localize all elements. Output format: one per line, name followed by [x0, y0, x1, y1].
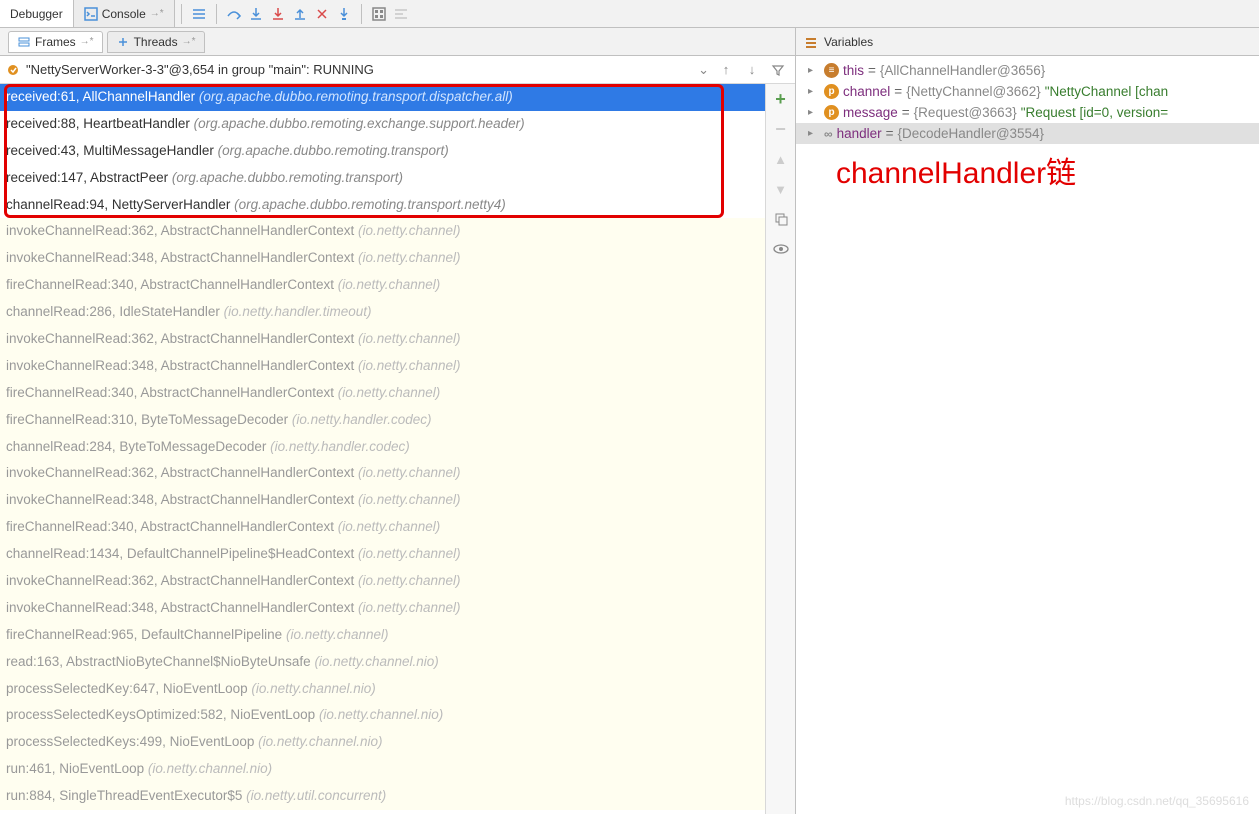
step-out-icon[interactable] [289, 3, 311, 25]
pin-icon: →* [150, 8, 164, 19]
stack-frame[interactable]: channelRead:1434, DefaultChannelPipeline… [0, 541, 765, 568]
frames-icon [17, 35, 31, 49]
stack-frame[interactable]: fireChannelRead:340, AbstractChannelHand… [0, 380, 765, 407]
thread-name: "NettyServerWorker-3-3"@3,654 in group "… [26, 62, 374, 77]
param-badge-icon: p [824, 105, 839, 120]
variables-panel: Variables ▸≡ this = {AllChannelHandler@3… [796, 28, 1259, 814]
trace-icon[interactable] [390, 3, 412, 25]
stack-frame[interactable]: processSelectedKeys:499, NioEventLoop (i… [0, 729, 765, 756]
watermark: https://blog.csdn.net/qq_35695616 [1065, 794, 1249, 808]
variables-header: Variables [796, 28, 1259, 56]
this-badge-icon: ≡ [824, 63, 839, 78]
stack-frame[interactable]: fireChannelRead:340, AbstractChannelHand… [0, 514, 765, 541]
thread-dropdown[interactable]: "NettyServerWorker-3-3"@3,654 in group "… [6, 62, 709, 78]
tab-label: Frames [35, 35, 76, 49]
stack-frame[interactable]: processSelectedKey:647, NioEventLoop (io… [0, 676, 765, 703]
stack-frame[interactable]: invokeChannelRead:362, AbstractChannelHa… [0, 326, 765, 353]
tab-label: Console [102, 7, 146, 21]
stack-frame[interactable]: fireChannelRead:310, ByteToMessageDecode… [0, 407, 765, 434]
frames-panel: Frames →* Threads →* "NettyServerWorker-… [0, 28, 796, 814]
chevron-down-icon: ⌄ [698, 62, 709, 78]
param-badge-icon: p [824, 84, 839, 99]
thread-icon [6, 63, 20, 77]
move-down-icon[interactable]: ▼ [770, 178, 792, 200]
stack-frame[interactable]: received:61, AllChannelHandler (org.apac… [0, 84, 765, 111]
show-execution-point-icon[interactable] [188, 3, 210, 25]
evaluate-expression-icon[interactable] [368, 3, 390, 25]
stack-frame[interactable]: run:461, NioEventLoop (io.netty.channel.… [0, 756, 765, 783]
tab-console[interactable]: Console →* [74, 0, 175, 27]
drop-frame-icon[interactable] [311, 3, 333, 25]
move-up-icon[interactable]: ▲ [770, 148, 792, 170]
stack-frame[interactable]: fireChannelRead:340, AbstractChannelHand… [0, 272, 765, 299]
tab-frames[interactable]: Frames →* [8, 31, 103, 53]
stack-frame[interactable]: invokeChannelRead:362, AbstractChannelHa… [0, 218, 765, 245]
stack-frame[interactable]: invokeChannelRead:348, AbstractChannelHa… [0, 595, 765, 622]
show-watches-icon[interactable] [770, 238, 792, 260]
variables-list[interactable]: ▸≡ this = {AllChannelHandler@3656}▸p cha… [796, 56, 1259, 148]
stack-frame[interactable]: invokeChannelRead:348, AbstractChannelHa… [0, 353, 765, 380]
tab-label: Debugger [10, 7, 63, 21]
annotation-text: channelHandler链 [836, 148, 1076, 192]
tab-label: Threads [134, 35, 178, 49]
new-watch-icon[interactable]: + [770, 88, 792, 110]
stack-frame[interactable]: received:88, HeartbeatHandler (org.apach… [0, 111, 765, 138]
stack-frame[interactable]: invokeChannelRead:348, AbstractChannelHa… [0, 487, 765, 514]
stack-frame[interactable]: processSelectedKeysOptimized:582, NioEve… [0, 702, 765, 729]
force-step-into-icon[interactable] [267, 3, 289, 25]
stack-frame[interactable]: invokeChannelRead:362, AbstractChannelHa… [0, 460, 765, 487]
next-frame-icon[interactable]: ↓ [741, 59, 763, 81]
object-badge-icon: ∞ [824, 127, 833, 141]
expand-icon[interactable]: ▸ [808, 107, 813, 118]
tab-threads[interactable]: Threads →* [107, 31, 205, 53]
expand-icon[interactable]: ▸ [808, 65, 813, 76]
expand-icon[interactable]: ▸ [808, 128, 813, 139]
tab-debugger[interactable]: Debugger [0, 0, 74, 27]
expand-icon[interactable]: ▸ [808, 86, 813, 97]
top-toolbar: Debugger Console →* [0, 0, 1259, 28]
frames-side-toolbar: + − ▲ ▼ [765, 84, 795, 814]
stack-frame[interactable]: channelRead:284, ByteToMessageDecoder (i… [0, 434, 765, 461]
left-panel-tabs: Frames →* Threads →* [0, 28, 795, 56]
remove-watch-icon[interactable]: − [770, 118, 792, 140]
stack-frame[interactable]: invokeChannelRead:348, AbstractChannelHa… [0, 245, 765, 272]
prev-frame-icon[interactable]: ↑ [715, 59, 737, 81]
step-over-icon[interactable] [223, 3, 245, 25]
variable-row[interactable]: ▸∞ handler = {DecodeHandler@3554} [796, 123, 1259, 144]
thread-selector-row: "NettyServerWorker-3-3"@3,654 in group "… [0, 56, 795, 84]
stack-frame[interactable]: fireChannelRead:965, DefaultChannelPipel… [0, 622, 765, 649]
variable-row[interactable]: ▸≡ this = {AllChannelHandler@3656} [796, 60, 1259, 81]
variables-icon [804, 35, 818, 49]
step-into-icon[interactable] [245, 3, 267, 25]
stack-frame[interactable]: run:884, SingleThreadEventExecutor$5 (io… [0, 783, 765, 810]
variable-row[interactable]: ▸p channel = {NettyChannel@3662} "NettyC… [796, 81, 1259, 102]
pin-icon: →* [182, 36, 196, 47]
threads-icon [116, 35, 130, 49]
stack-frame[interactable]: channelRead:94, NettyServerHandler (org.… [0, 192, 765, 219]
stack-frame[interactable]: invokeChannelRead:362, AbstractChannelHa… [0, 568, 765, 595]
variables-title: Variables [824, 35, 873, 49]
console-icon [84, 7, 98, 21]
filter-icon[interactable] [767, 59, 789, 81]
stack-frame[interactable]: read:163, AbstractNioByteChannel$NioByte… [0, 649, 765, 676]
variable-row[interactable]: ▸p message = {Request@3663} "Request [id… [796, 102, 1259, 123]
frames-list[interactable]: received:61, AllChannelHandler (org.apac… [0, 84, 765, 814]
stack-frame[interactable]: received:43, MultiMessageHandler (org.ap… [0, 138, 765, 165]
stack-frame[interactable]: channelRead:286, IdleStateHandler (io.ne… [0, 299, 765, 326]
duplicate-icon[interactable] [770, 208, 792, 230]
run-to-cursor-icon[interactable] [333, 3, 355, 25]
stack-frame[interactable]: received:147, AbstractPeer (org.apache.d… [0, 165, 765, 192]
pin-icon: →* [80, 36, 94, 47]
